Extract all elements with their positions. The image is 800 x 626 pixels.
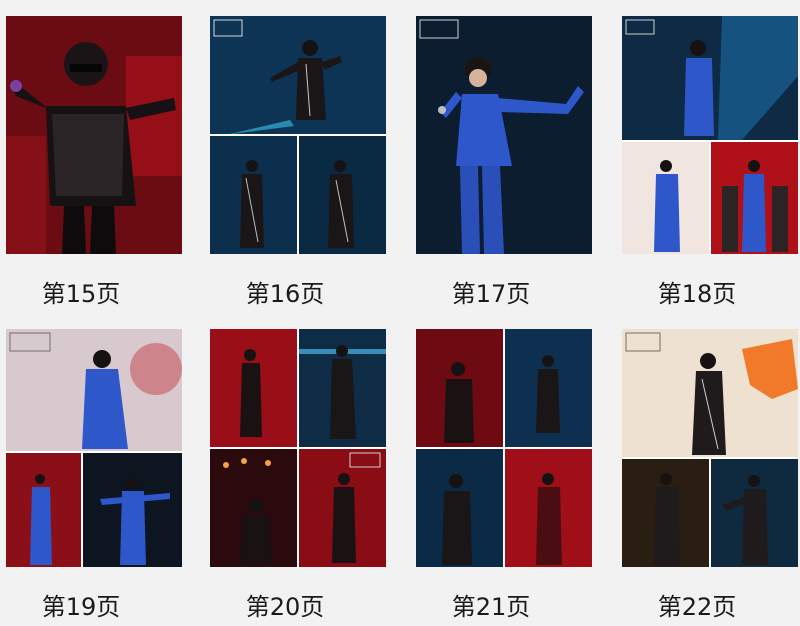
page-label-17: 第17页 [451,280,531,308]
page-label-16: 第16页 [245,280,325,308]
page-thumbnail-15[interactable] [6,16,182,254]
performer-photo-17 [416,16,592,254]
page-thumbnail-21[interactable] [416,329,592,567]
page-thumbnail-grid: 第15页 第16页 第17页 第18页 第19页 第20页 第21页 第22页 [0,0,800,626]
page-label-15: 第15页 [41,280,121,308]
page-thumbnail-19[interactable] [6,329,182,567]
performer-collage-21 [416,329,592,567]
page-label-19: 第19页 [41,593,121,621]
page-thumbnail-22[interactable] [622,329,798,567]
performer-collage-22 [622,329,798,567]
page-label-18: 第18页 [657,280,737,308]
page-label-22: 第22页 [657,593,737,621]
page-label-20: 第20页 [245,593,325,621]
page-thumbnail-18[interactable] [622,16,798,254]
page-thumbnail-16[interactable] [210,16,386,254]
performer-collage-16 [210,16,386,254]
performer-collage-20 [210,329,386,567]
performer-photo-15 [6,16,182,254]
performer-collage-19 [6,329,182,567]
page-thumbnail-17[interactable] [416,16,592,254]
page-thumbnail-20[interactable] [210,329,386,567]
page-label-21: 第21页 [451,593,531,621]
performer-collage-18 [622,16,798,254]
